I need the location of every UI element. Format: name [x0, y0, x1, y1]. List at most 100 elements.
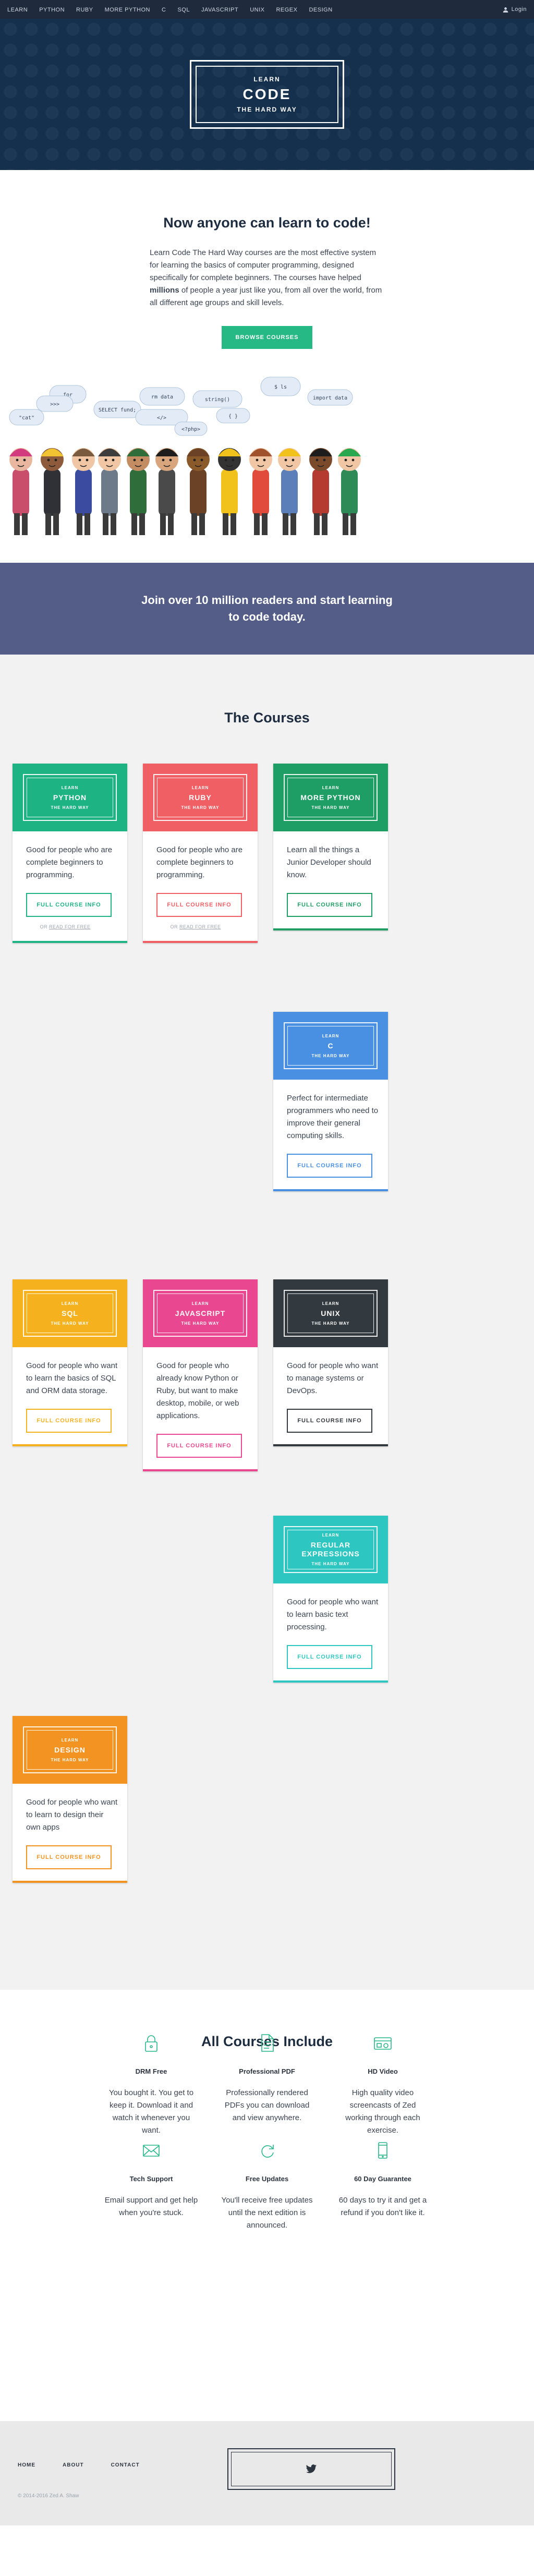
cartoon-character	[41, 448, 64, 535]
footer: Home About Contact © 2014-2016 Zed A. Shaw	[0, 2421, 534, 2525]
course-body: Learn all the things a Junior Developer …	[273, 831, 388, 928]
full-course-info-button[interactable]: Full Course Info	[26, 1409, 112, 1433]
full-course-info-button[interactable]: Full Course Info	[287, 1154, 372, 1178]
footer-item: About	[63, 2460, 84, 2469]
full-course-info-button[interactable]: Full Course Info	[287, 1645, 372, 1669]
badge-hard-way: THE HARD WAY	[311, 1562, 350, 1566]
course-badge: LEARN Python THE HARD WAY	[23, 774, 117, 821]
nav-link-learn[interactable]: Learn	[7, 7, 28, 13]
course-badge: LEARN JavaScript THE HARD WAY	[153, 1290, 247, 1337]
feature-title: HD Video	[368, 2067, 398, 2075]
course-card-ruby[interactable]: LEARN Ruby THE HARD WAY Good for people who…	[143, 764, 258, 943]
coding-characters-image: forSELECT fund;rm data string()</>$ ls{ }…	[9, 377, 361, 535]
course-name: Unix	[321, 1309, 341, 1317]
course-card-unix[interactable]: LEARN Unix THE HARD WAY Good for people who…	[273, 1279, 388, 1446]
course-accent-bar	[273, 928, 388, 930]
twitter-box[interactable]	[227, 2448, 395, 2490]
cloud-code-text: rm data	[151, 394, 173, 400]
course-card-more-python[interactable]: LEARN More Python THE HARD WAY Learn all th…	[273, 764, 388, 930]
footer-item: Contact	[111, 2460, 140, 2469]
browse-courses-button[interactable]: Browse Courses	[221, 326, 313, 349]
nav-item: Regex	[276, 5, 297, 14]
footer-link-contact[interactable]: Contact	[111, 2462, 140, 2468]
course-card-javascript[interactable]: LEARN JavaScript THE HARD WAY Good for peop…	[143, 1279, 258, 1471]
feature-text: Email support and get help when you're s…	[104, 2196, 198, 2217]
course-cover: LEARN C THE HARD WAY	[273, 1012, 388, 1080]
badge-hard-way: THE HARD WAY	[51, 1321, 89, 1326]
feature-tech-support: Tech Support Email support and get help w…	[104, 2140, 198, 2219]
nav-link-c[interactable]: C	[162, 7, 166, 13]
intro-text-highlight: millions	[150, 286, 179, 295]
nav-link-javascript[interactable]: JavaScript	[201, 7, 238, 13]
site-logo[interactable]: LEARN CODE THE HARD WAY	[190, 60, 344, 129]
nav-link-sql[interactable]: SQL	[177, 7, 190, 13]
course-card-python[interactable]: LEARN Python THE HARD WAY Good for people w…	[13, 764, 127, 943]
footer-link-about[interactable]: About	[63, 2462, 84, 2468]
nav-link-python[interactable]: Python	[39, 7, 65, 13]
course-cover: LEARN JavaScript THE HARD WAY	[143, 1279, 258, 1347]
course-card-design[interactable]: LEARN Design THE HARD WAY Good for people w…	[13, 1716, 127, 1883]
speech-cloud: >>>	[36, 395, 74, 412]
cartoon-character	[187, 448, 210, 535]
feature-drm-free: DRM Free You bought it. You get to keep i…	[104, 2033, 198, 2137]
course-description: Good for people who want to learn basic …	[287, 1598, 379, 1631]
course-name: Regular Expressions	[301, 1541, 360, 1558]
course-name: More Python	[300, 793, 361, 802]
course-accent-bar	[143, 941, 258, 943]
read-for-free-link[interactable]: READ FOR FREE	[179, 924, 221, 929]
feature-title: Professional PDF	[239, 2067, 295, 2075]
badge-learn: LEARN	[322, 785, 339, 790]
full-course-info-button[interactable]: Full Course Info	[287, 893, 372, 917]
footer-link-home[interactable]: Home	[18, 2462, 35, 2468]
document-icon	[261, 2034, 274, 2052]
course-description: Good for people who are complete beginne…	[26, 845, 113, 879]
nav-item: Learn	[7, 5, 28, 14]
cartoon-character	[127, 448, 150, 535]
full-course-info-button[interactable]: Full Course Info	[26, 893, 112, 917]
nav-link-more-python[interactable]: More Python	[105, 7, 150, 13]
feature-text: 60 days to try it and get a refund if yo…	[338, 2196, 427, 2217]
course-accent-bar	[273, 1680, 388, 1683]
feature-title: Free Updates	[245, 2175, 289, 2183]
hero-banner: LEARN CODE THE HARD WAY	[0, 19, 534, 170]
logo-line-hard-way: THE HARD WAY	[233, 106, 301, 113]
refresh-icon	[261, 2145, 274, 2158]
speech-cloud: <?php>	[174, 421, 208, 436]
course-body: Good for people who are complete beginne…	[143, 831, 258, 941]
full-course-info-button[interactable]: Full Course Info	[156, 1434, 242, 1458]
twitter-icon	[306, 2464, 317, 2473]
nav-link-regex[interactable]: Regex	[276, 7, 297, 13]
top-navigation: Learn Python Ruby More Python C SQL JavaScript…	[0, 0, 534, 19]
course-body: Good for people who are complete beginne…	[13, 831, 127, 941]
feature-free-updates: Free Updates You'll receive free updates …	[220, 2140, 314, 2232]
nav-item: SQL	[177, 5, 190, 14]
intro-text: Learn Code The Hard Way courses are the …	[150, 248, 382, 307]
full-course-info-button[interactable]: Full Course Info	[287, 1409, 372, 1433]
full-course-info-button[interactable]: Full Course Info	[26, 1845, 112, 1869]
nav-link-unix[interactable]: Unix	[250, 7, 264, 13]
course-card-sql[interactable]: LEARN SQL THE HARD WAY Good for people who …	[13, 1279, 127, 1446]
course-body: Perfect for intermediate programmers who…	[273, 1080, 388, 1189]
cloud-code-text: string()	[205, 397, 230, 403]
course-cover: LEARN Design THE HARD WAY	[13, 1716, 127, 1784]
cartoon-character	[155, 448, 178, 535]
course-card-c[interactable]: LEARN C THE HARD WAY Perfect for intermedia…	[273, 1012, 388, 1191]
badge-learn: LEARN	[191, 785, 209, 790]
course-card-regular-expressions[interactable]: LEARN Regular Expressions THE HARD WAY Good…	[273, 1516, 388, 1683]
badge-hard-way: THE HARD WAY	[181, 805, 220, 810]
nav-link-ruby[interactable]: Ruby	[76, 7, 93, 13]
nav-link-design[interactable]: Design	[309, 7, 332, 13]
video-icon	[374, 2037, 392, 2050]
feature-text: Professionally rendered PDFs you can dow…	[224, 2088, 310, 2122]
feature-hd-video: HD Video High quality video screencasts o…	[336, 2033, 430, 2137]
read-for-free-link[interactable]: READ FOR FREE	[49, 924, 91, 929]
speech-cloud: "cat"	[9, 409, 44, 426]
login-link[interactable]: Login	[503, 6, 527, 13]
badge-learn: LEARN	[61, 1737, 79, 1743]
course-accent-bar	[13, 1881, 127, 1883]
course-body: Good for people who already know Python …	[143, 1347, 258, 1469]
logo-line-learn: LEARN	[249, 76, 285, 83]
full-course-info-button[interactable]: Full Course Info	[156, 893, 242, 917]
cartoon-character	[338, 448, 361, 535]
login-label: Login	[511, 6, 527, 13]
